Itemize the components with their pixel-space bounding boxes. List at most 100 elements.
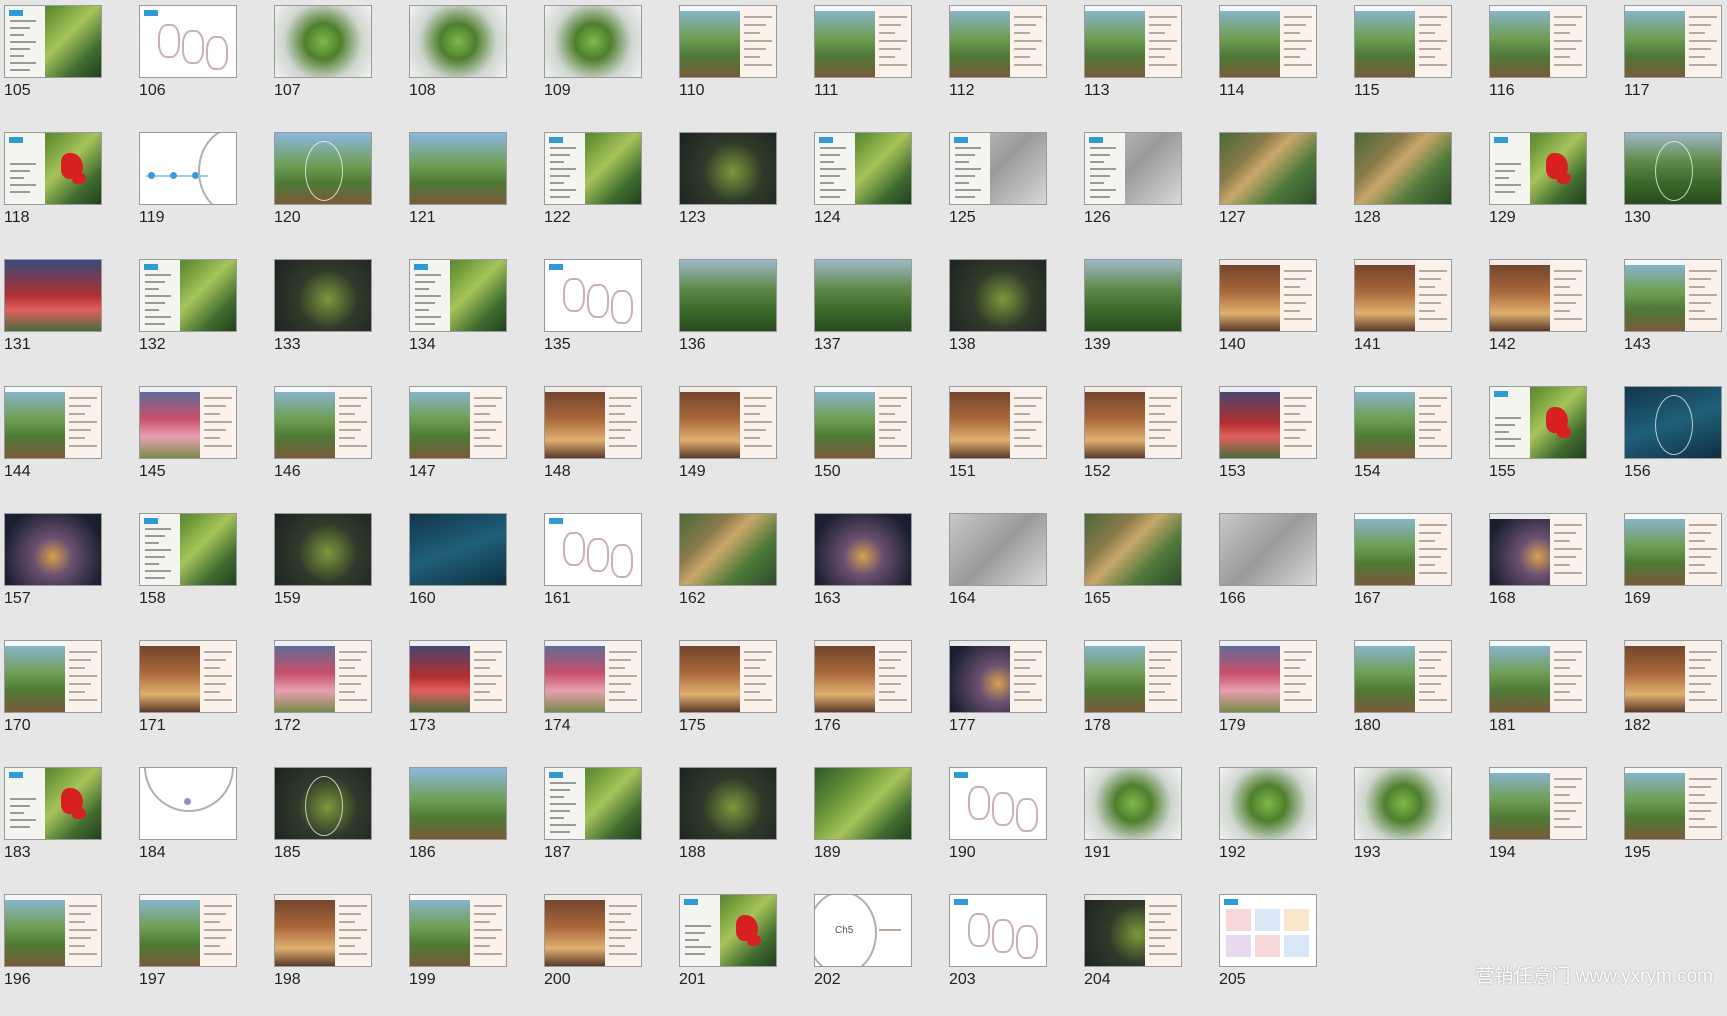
slide-thumbnail[interactable]: 147 [405,381,540,508]
slide-preview[interactable] [544,132,642,205]
slide-preview[interactable] [274,259,372,332]
slide-preview[interactable] [679,132,777,205]
slide-preview[interactable] [1354,767,1452,840]
slide-thumbnail[interactable]: 203 [945,889,1080,1016]
slide-thumbnail[interactable]: 108 [405,0,540,127]
slide-preview[interactable] [1084,640,1182,713]
slide-thumbnail[interactable]: 162 [675,508,810,635]
slide-preview[interactable] [679,5,777,78]
slide-thumbnail[interactable]: 110 [675,0,810,127]
slide-thumbnail[interactable]: 145 [135,381,270,508]
slide-preview[interactable] [1354,132,1452,205]
slide-thumbnail[interactable]: 157 [0,508,135,635]
slide-preview[interactable] [814,513,912,586]
slide-preview[interactable] [139,132,237,205]
slide-thumbnail[interactable]: 124 [810,127,945,254]
slide-preview[interactable] [949,640,1047,713]
slide-thumbnail[interactable]: 117 [1620,0,1727,127]
slide-preview[interactable] [139,386,237,459]
slide-thumbnail[interactable]: 166 [1215,508,1350,635]
slide-preview[interactable] [1084,513,1182,586]
slide-preview[interactable] [679,767,777,840]
slide-preview[interactable] [1489,259,1587,332]
slide-thumbnail[interactable]: 149 [675,381,810,508]
slide-thumbnail[interactable]: 172 [270,635,405,762]
slide-preview[interactable] [274,640,372,713]
slide-thumbnail[interactable]: 137 [810,254,945,381]
slide-thumbnail[interactable]: 126 [1080,127,1215,254]
slide-thumbnail[interactable]: 196 [0,889,135,1016]
slide-preview[interactable] [139,894,237,967]
slide-preview[interactable] [4,513,102,586]
slide-thumbnail[interactable]: 180 [1350,635,1485,762]
slide-preview[interactable] [1354,386,1452,459]
slide-preview[interactable] [544,767,642,840]
slide-preview[interactable] [1219,894,1317,967]
slide-preview[interactable] [1489,5,1587,78]
slide-preview[interactable] [1219,513,1317,586]
slide-preview[interactable] [1354,513,1452,586]
slide-thumbnail[interactable]: 114 [1215,0,1350,127]
slide-preview[interactable] [1624,513,1722,586]
slide-thumbnail[interactable]: 158 [135,508,270,635]
slide-preview[interactable] [1624,386,1722,459]
slide-thumbnail[interactable]: 151 [945,381,1080,508]
slide-thumbnail[interactable]: 153 [1215,381,1350,508]
slide-preview[interactable] [814,259,912,332]
slide-preview[interactable] [1489,513,1587,586]
slide-thumbnail[interactable]: 152 [1080,381,1215,508]
slide-preview[interactable] [1219,386,1317,459]
slide-preview[interactable] [679,513,777,586]
slide-thumbnail[interactable]: 198 [270,889,405,1016]
slide-thumbnail[interactable]: Ch5 202 [810,889,945,1016]
slide-thumbnail[interactable]: 170 [0,635,135,762]
slide-preview[interactable] [409,513,507,586]
slide-preview[interactable] [949,894,1047,967]
slide-preview[interactable] [544,5,642,78]
slide-thumbnail[interactable]: 191 [1080,762,1215,889]
slide-thumbnail[interactable]: 182 [1620,635,1727,762]
slide-preview[interactable] [139,767,237,840]
slide-preview[interactable] [409,386,507,459]
slide-thumbnail[interactable]: 113 [1080,0,1215,127]
slide-preview[interactable] [1219,259,1317,332]
slide-thumbnail[interactable]: 118 [0,127,135,254]
slide-preview[interactable] [1084,132,1182,205]
slide-thumbnail[interactable]: 201 [675,889,810,1016]
slide-thumbnail[interactable]: 141 [1350,254,1485,381]
slide-preview[interactable] [949,132,1047,205]
slide-preview[interactable] [544,259,642,332]
slide-preview[interactable] [814,767,912,840]
slide-preview[interactable] [949,513,1047,586]
slide-preview[interactable] [1354,259,1452,332]
slide-preview[interactable] [274,132,372,205]
slide-thumbnail[interactable]: 171 [135,635,270,762]
slide-thumbnail[interactable]: 146 [270,381,405,508]
slide-thumbnail[interactable]: 135 [540,254,675,381]
slide-thumbnail[interactable]: 178 [1080,635,1215,762]
slide-thumbnail[interactable]: 112 [945,0,1080,127]
slide-thumbnail[interactable]: 115 [1350,0,1485,127]
slide-preview[interactable] [139,640,237,713]
slide-preview[interactable] [1084,894,1182,967]
slide-preview[interactable] [4,259,102,332]
slide-thumbnail[interactable]: 142 [1485,254,1620,381]
slide-preview[interactable] [1624,259,1722,332]
slide-thumbnail[interactable]: 140 [1215,254,1350,381]
slide-preview[interactable] [544,386,642,459]
slide-preview[interactable] [949,259,1047,332]
slide-preview[interactable] [949,5,1047,78]
slide-thumbnail[interactable]: 165 [1080,508,1215,635]
slide-preview[interactable] [1084,5,1182,78]
slide-thumbnail[interactable]: 200 [540,889,675,1016]
slide-preview[interactable] [949,767,1047,840]
slide-preview[interactable] [544,894,642,967]
slide-preview[interactable] [1489,767,1587,840]
slide-thumbnail[interactable]: 123 [675,127,810,254]
slide-thumbnail[interactable]: 176 [810,635,945,762]
slide-thumbnail[interactable]: 159 [270,508,405,635]
slide-thumbnail[interactable]: 192 [1215,762,1350,889]
slide-thumbnail[interactable]: 204 [1080,889,1215,1016]
slide-thumbnail[interactable]: 136 [675,254,810,381]
slide-preview[interactable] [409,132,507,205]
